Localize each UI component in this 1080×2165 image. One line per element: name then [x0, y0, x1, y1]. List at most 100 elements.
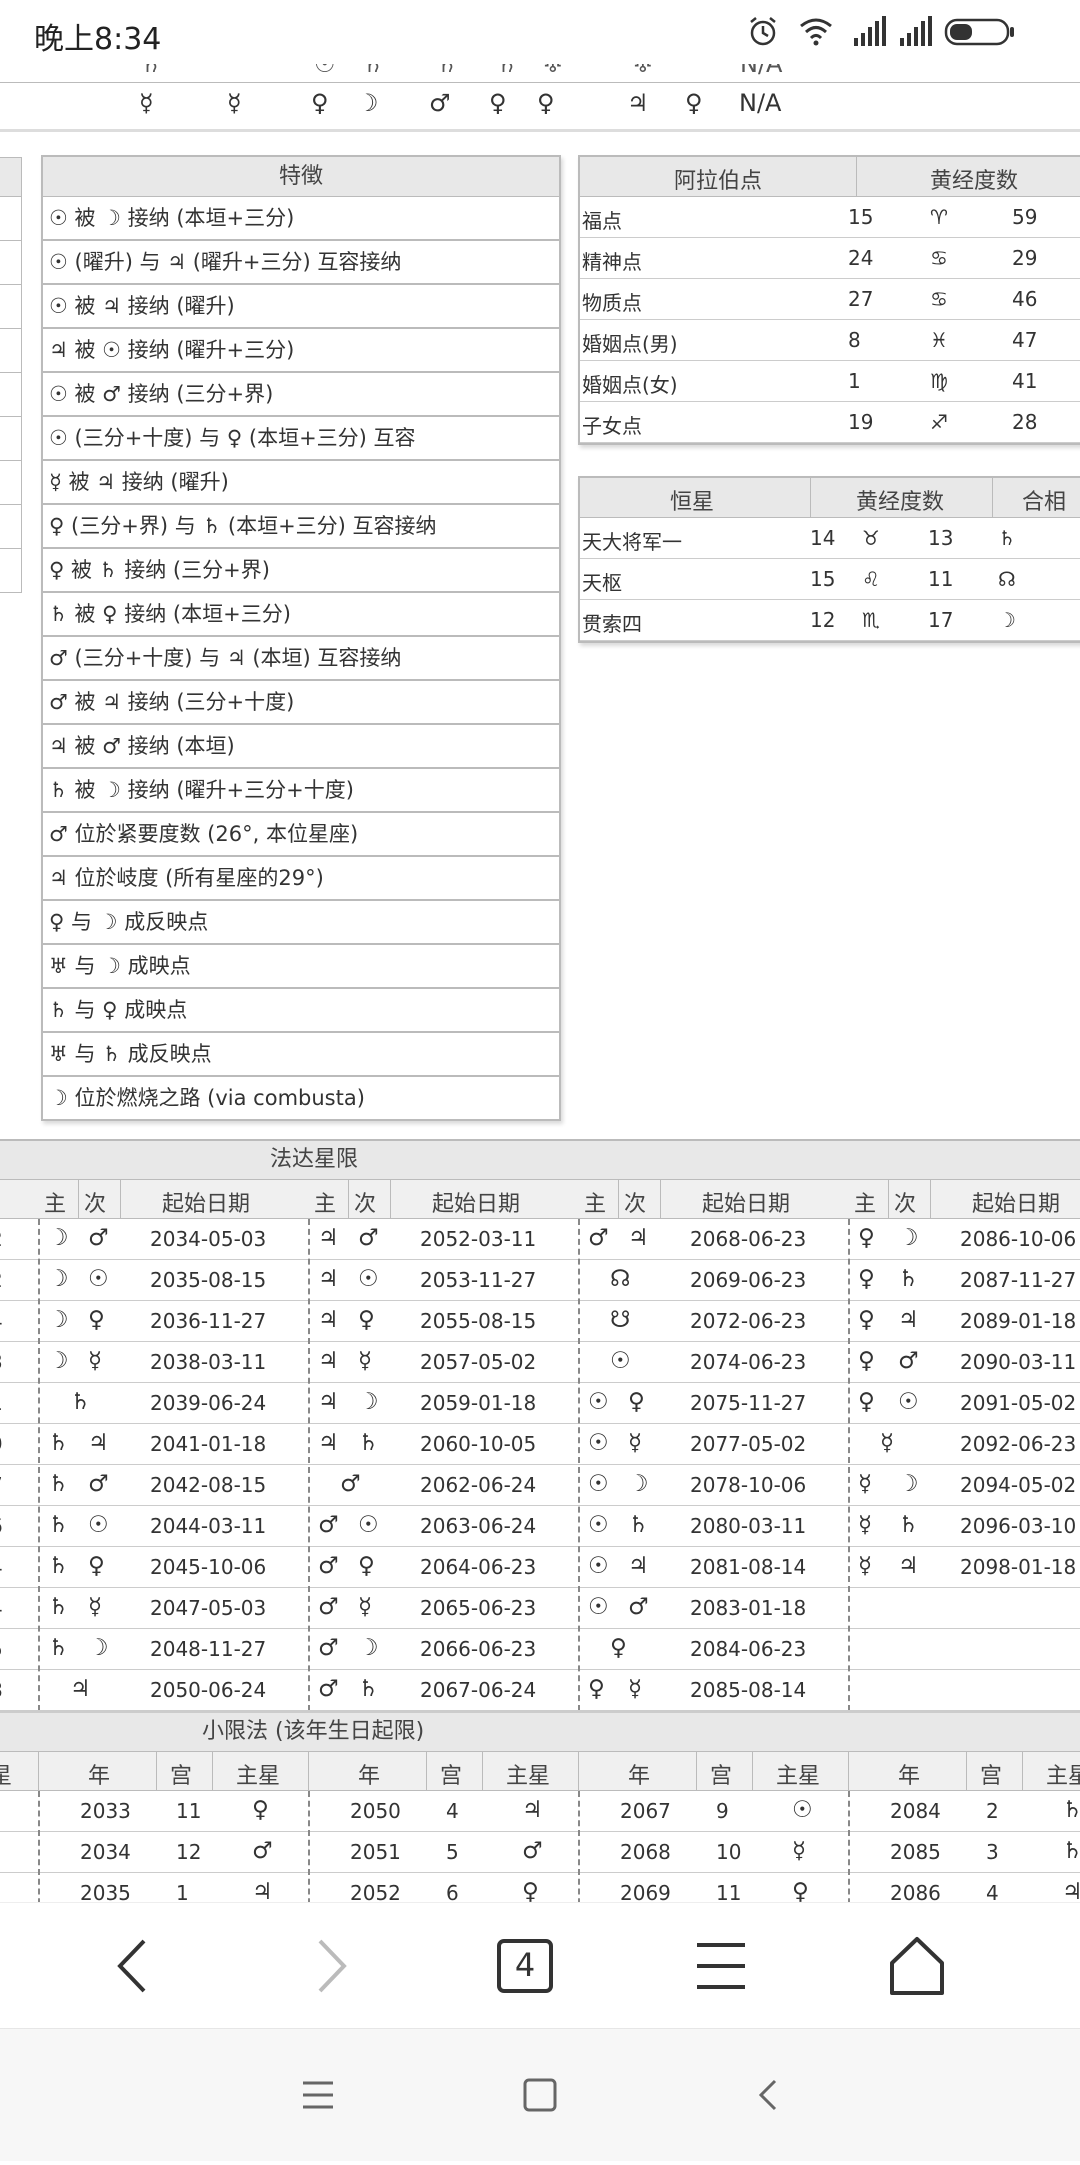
wifi-icon	[798, 14, 834, 52]
firdaria-stub-value: 9	[0, 1432, 3, 1456]
firdaria-main-planet: ♄	[48, 1594, 69, 1620]
arabic-part-deg: 1	[848, 369, 861, 393]
col-header-longitude: 黄经度数	[856, 490, 945, 515]
firdaria-main-planet: ☉	[588, 1553, 609, 1579]
firdaria-sub-planet: ♂	[358, 1225, 379, 1251]
firdaria-start-date: 2064-06-23	[420, 1555, 537, 1579]
profection-table: 小限法 (该年生日起限) 星年宫主星年宫主星年宫主星年宫主星 2033 11 ♀ 20…	[0, 1710, 1080, 1902]
feature-row: ☉ 被 ♃ 接纳 (曜升)	[43, 285, 559, 329]
profection-column-headers: 星 年 宫 主星 年 宫 主星 年 宫 主星 年 宫 主星	[0, 1752, 1080, 1791]
firdaria-sub-planet: ♀	[88, 1553, 105, 1579]
fixed-star-conj: ♄	[998, 526, 1016, 550]
system-back-button[interactable]	[723, 2029, 813, 2161]
arabic-part-sign: ♈	[930, 205, 948, 229]
status-time: 晚上8:34	[34, 22, 162, 57]
firdaria-start-date: 2090-03-11	[960, 1350, 1077, 1374]
profection-year: 2050	[350, 1799, 401, 1823]
col-header-house: 宫	[710, 1764, 733, 1789]
firdaria-main-planet: ♂	[340, 1471, 361, 1497]
firdaria-start-date: 2052-03-11	[420, 1227, 537, 1251]
firdaria-sub-planet: ☿	[358, 1594, 373, 1620]
firdaria-main-planet: ♄	[48, 1430, 69, 1456]
profection-year: 2085	[890, 1840, 941, 1864]
firdaria-sub-planet: ☿	[88, 1594, 103, 1620]
firdaria-start-date: 2062-06-24	[420, 1473, 537, 1497]
firdaria-row: 6 ♄ ☉ 2044-03-11 ♂ ☉ 2063-06-24 ☉ ♄ 2080-03-11 ☿ ♄ 2…	[0, 1506, 1080, 1547]
profection-year: 2068	[620, 1840, 671, 1864]
system-home-button[interactable]	[495, 2029, 585, 2161]
firdaria-main-planet: ☿	[858, 1553, 873, 1579]
arabic-part-min: 46	[1012, 287, 1038, 311]
col-header-arabic-part: 阿拉伯点	[674, 169, 763, 194]
status-bar: 晚上8:34	[0, 0, 1080, 64]
system-menu-button[interactable]	[273, 2029, 363, 2161]
firdaria-start-date: 2087-11-27	[960, 1268, 1077, 1292]
glyph: ☿	[139, 89, 154, 117]
profection-ruler: ♄	[1062, 1797, 1080, 1823]
profection-row: 2033 11 ♀ 2050 4 ♃ 2067 9 ☉ 2084 2 ♄	[0, 1791, 1080, 1832]
col-header-main: 主	[314, 1192, 337, 1217]
firdaria-main-planet: ♂	[318, 1676, 339, 1702]
fixed-star-conj: ☽	[998, 608, 1016, 632]
firdaria-sub-planet: ♀	[88, 1307, 105, 1333]
profection-year: 2067	[620, 1799, 671, 1823]
arabic-part-name: 子女点	[582, 414, 642, 438]
firdaria-start-date: 2072-06-23	[690, 1309, 807, 1333]
feature-row: ☉ 被 ☽ 接纳 (本垣+三分)	[43, 197, 559, 241]
firdaria-main-planet: ♀	[858, 1225, 875, 1251]
firdaria-start-date: 2034-05-03	[150, 1227, 267, 1251]
home-button[interactable]	[862, 1903, 972, 2029]
firdaria-start-date: 2069-06-23	[690, 1268, 807, 1292]
firdaria-start-date: 2091-05-02	[960, 1391, 1077, 1415]
web-content[interactable]: ♄ ☉ ♄ ♄ ♄ ♅ ♅ N/A ☿ ☿ ♀ ☽ ♂ ♀ ♀ ♃ ♀ N/A …	[0, 64, 1080, 1902]
firdaria-start-date: 2042-08-15	[150, 1473, 267, 1497]
tabs-button[interactable]: 4	[470, 1903, 580, 2029]
profection-ruler: ☿	[792, 1838, 807, 1864]
menu-button[interactable]	[666, 1903, 776, 2029]
col-header-sub: 次	[84, 1192, 107, 1217]
profection-year: 2069	[620, 1881, 671, 1902]
firdaria-main-planet: ♂	[318, 1635, 339, 1661]
home-icon	[523, 2078, 557, 2112]
firdaria-start-date: 2083-01-18	[690, 1596, 807, 1620]
profection-ruler: ☉	[792, 1797, 813, 1823]
firdaria-row: 4 ♄ ☿ 2047-05-03 ♂ ☿ 2065-06-23 ☉ ♂ 2083-01-18	[0, 1588, 1080, 1629]
col-header-year: 年	[628, 1764, 651, 1789]
col-header-ruler: 主星	[236, 1764, 281, 1789]
profection-house: 12	[176, 1840, 202, 1864]
firdaria-sub-planet: ☽	[358, 1635, 379, 1661]
firdaria-main-planet: ♃	[318, 1307, 339, 1333]
arabic-part-sign: ♋	[930, 246, 948, 270]
fixed-star-sign: ♏	[862, 608, 880, 632]
col-header-sub: 次	[354, 1192, 377, 1217]
forward-button[interactable]	[276, 1903, 386, 2029]
feature-row: ♅ 与 ☽ 成映点	[43, 945, 559, 989]
firdaria-start-date: 2057-05-02	[420, 1350, 537, 1374]
fixed-star-sign: ♉	[862, 526, 880, 550]
browser-toolbar: 4	[0, 1902, 1080, 2029]
firdaria-row: 9 ♄ ♃ 2041-01-18 ♃ ♄ 2060-10-05 ☉ ☿ 2077-05-02 ☿ 20…	[0, 1424, 1080, 1465]
battery-icon	[944, 14, 1016, 52]
firdaria-main-planet: ☿	[858, 1512, 873, 1538]
firdaria-start-date: 2098-01-18	[960, 1555, 1077, 1579]
firdaria-start-date: 2045-10-06	[150, 1555, 267, 1579]
feature-row: ♃ 位於岐度 (所有星座的29°)	[43, 857, 559, 901]
firdaria-rows: 2☽♂2034-05-03♃♂2052-03-11♂♃2068-06-23♀☽2…	[0, 1219, 1080, 1711]
fixed-star-min: 17	[928, 608, 954, 632]
arabic-part-deg: 15	[848, 205, 874, 229]
fixed-star-conj: ☊	[998, 567, 1016, 591]
firdaria-start-date: 2094-05-02	[960, 1473, 1077, 1497]
firdaria-start-date: 2060-10-05	[420, 1432, 537, 1456]
arabic-part-sign: ♓	[930, 328, 948, 352]
arabic-part-row: 物质点 27 ♋ 46	[580, 279, 1080, 320]
firdaria-main-planet: ☿	[880, 1430, 895, 1456]
back-button[interactable]	[78, 1903, 188, 2029]
glyph: ♅	[632, 64, 654, 78]
firdaria-sub-planet: ☉	[88, 1266, 109, 1292]
profection-title-bar: 小限法 (该年生日起限)	[0, 1713, 1080, 1752]
profection-house: 6	[446, 1881, 459, 1902]
glyph: ♀	[537, 89, 555, 117]
firdaria-sub-planet: ♄	[628, 1512, 649, 1538]
profection-ruler: ♂	[522, 1838, 543, 1864]
arabic-part-row: 婚姻点(男) 8 ♓ 47	[580, 320, 1080, 361]
